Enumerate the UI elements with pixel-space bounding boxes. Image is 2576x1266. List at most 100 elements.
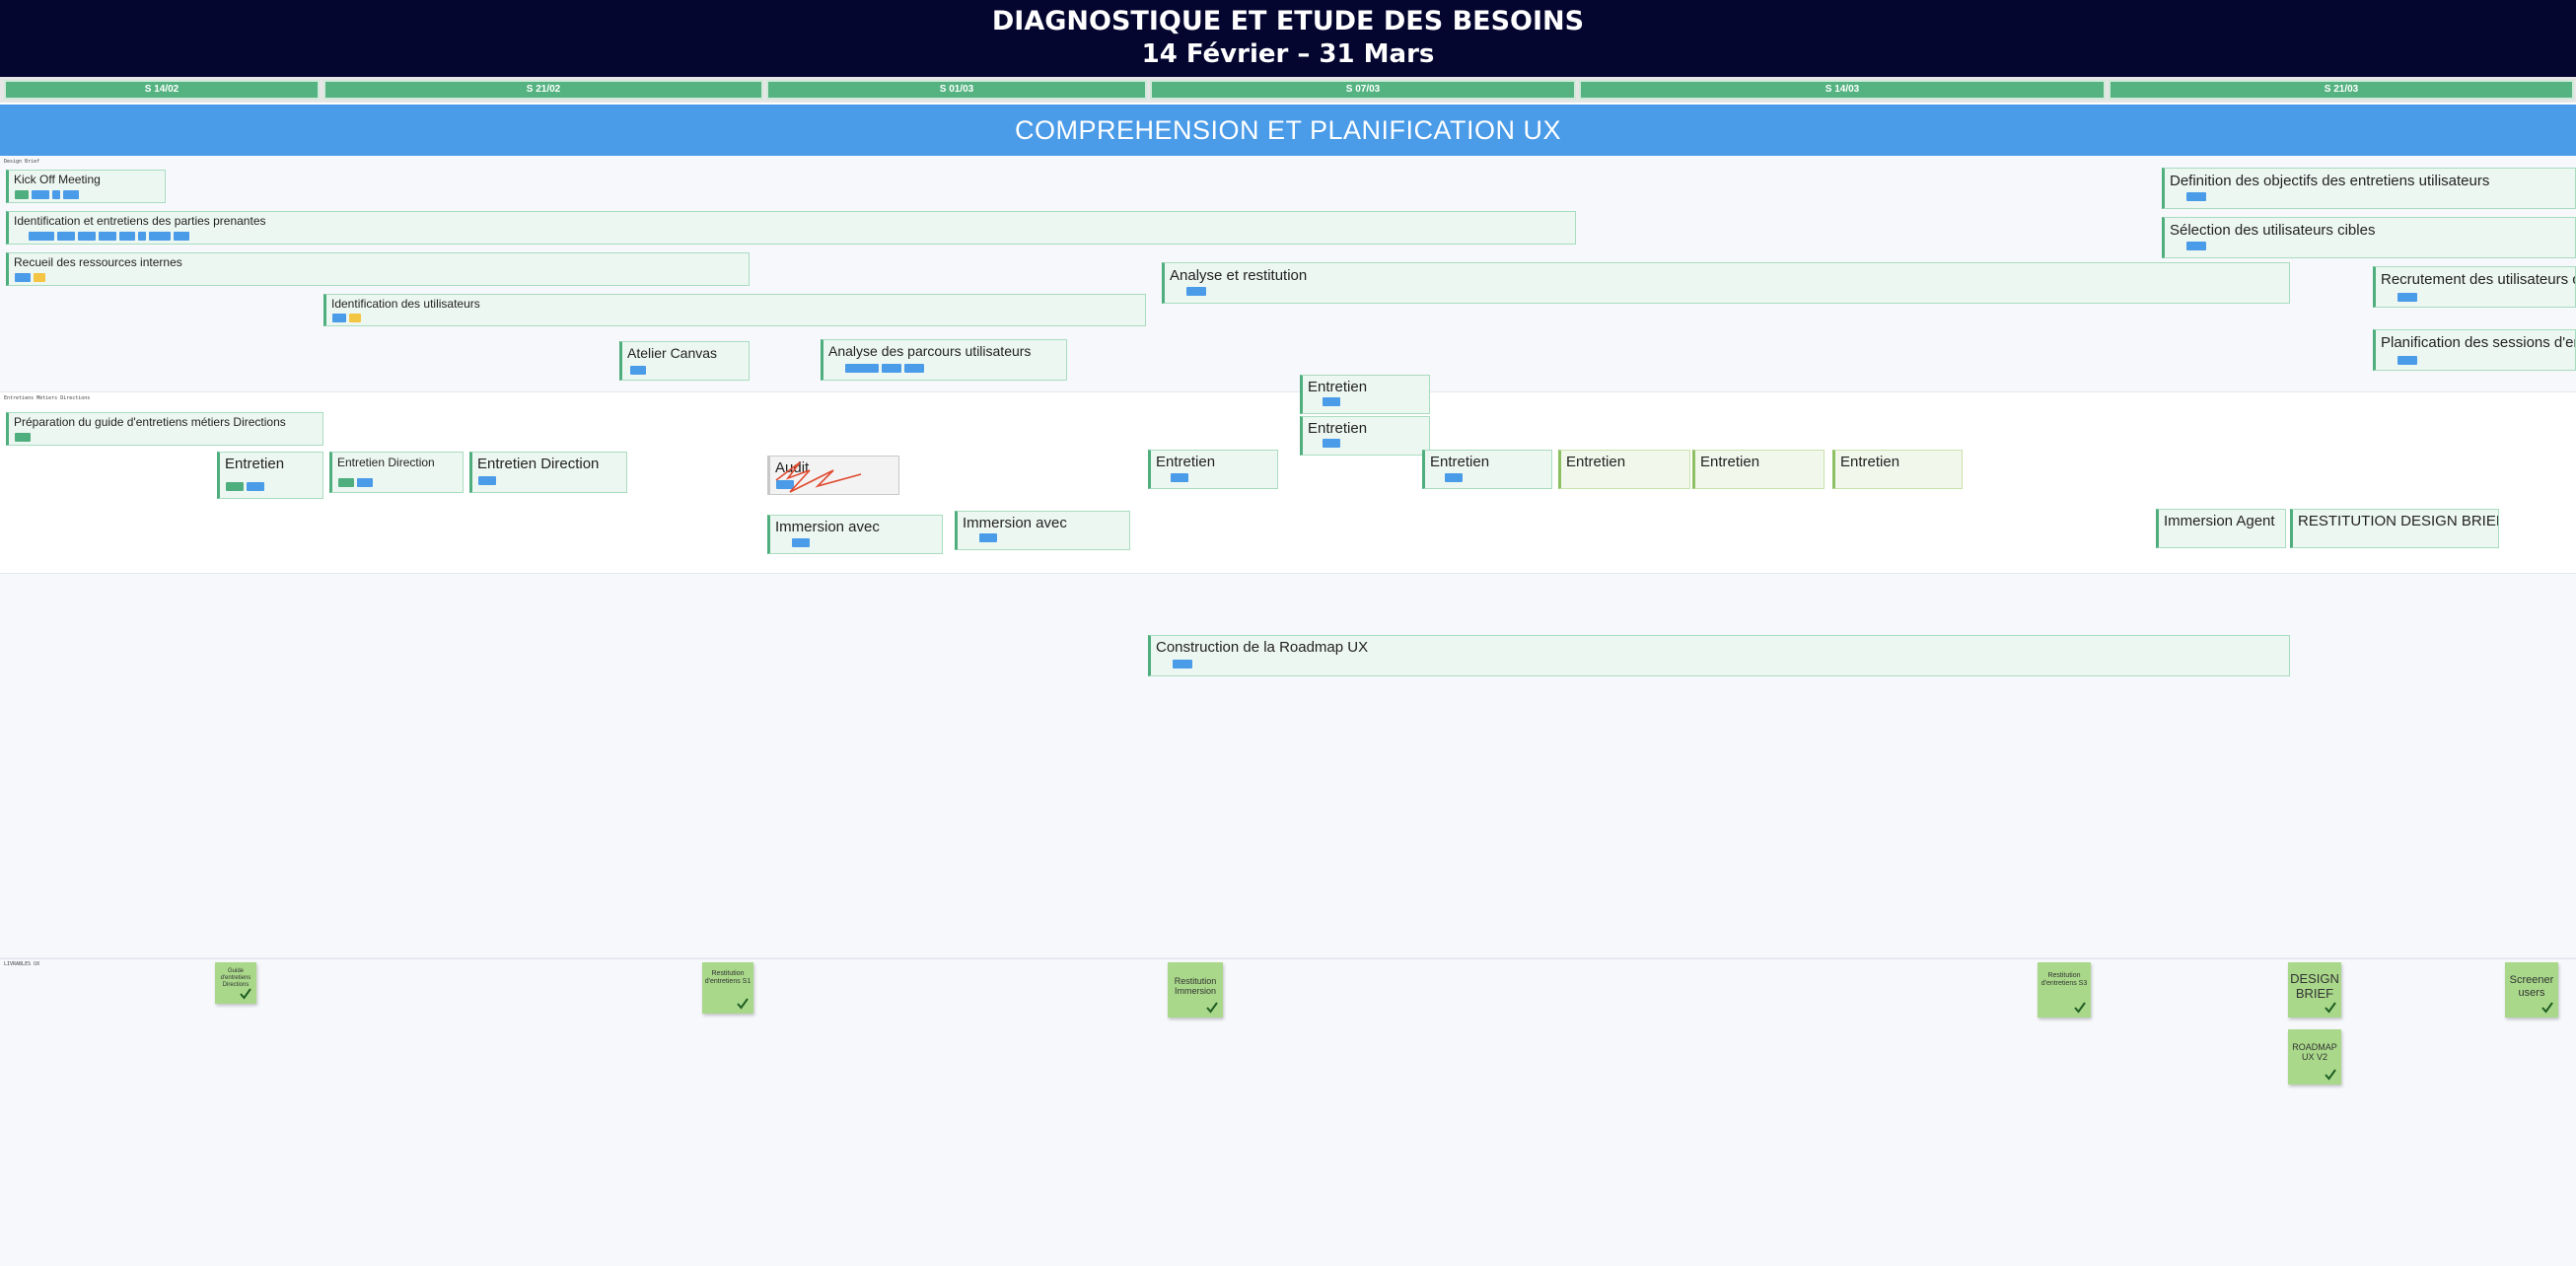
task-construction-roadmap[interactable]: Construction de la Roadmap UX xyxy=(1148,635,2290,676)
task-entretien[interactable]: Entretien xyxy=(1692,450,1825,489)
task-assignees xyxy=(1445,473,1463,482)
task-label: Entretien xyxy=(225,456,285,472)
task-recueil-ressources[interactable]: Recueil des ressources internes xyxy=(6,252,750,286)
phase-banner: COMPREHENSION ET PLANIFICATION UX xyxy=(0,105,2576,156)
checkmark-icon xyxy=(2325,1069,2336,1081)
section-label: LIVRABLES UX xyxy=(4,961,40,967)
sticky-text: Restitution d'entretiens S1 xyxy=(704,970,751,986)
task-entretien[interactable]: Entretien xyxy=(217,452,323,499)
task-entretien[interactable]: Entretien xyxy=(1422,450,1552,489)
task-planification-sessions[interactable]: Planification des sessions d'en xyxy=(2373,329,2576,371)
task-definition-objectifs[interactable]: Definition des objectifs des entretiens … xyxy=(2162,168,2576,209)
task-assignees xyxy=(2186,242,2206,250)
task-label: Recrutement des utilisateurs c xyxy=(2381,271,2576,288)
task-label: Entretien xyxy=(1430,454,1490,470)
task-entretien[interactable]: Entretien xyxy=(1832,450,1963,489)
task-entretien-direction[interactable]: Entretien Direction xyxy=(469,452,627,493)
week-header[interactable]: S 07/03 xyxy=(1150,80,1576,100)
task-atelier-canvas[interactable]: Atelier Canvas xyxy=(619,341,750,381)
task-label: Definition des objectifs des entretiens … xyxy=(2170,173,2490,189)
sticky-note-screener-users[interactable]: Screener users xyxy=(2505,962,2558,1018)
task-label: Entretien Direction xyxy=(337,456,435,469)
week-timeline: S 14/02 S 21/02 S 01/03 S 07/03 S 14/03 … xyxy=(0,77,2576,103)
task-analyse-restitution[interactable]: Analyse et restitution xyxy=(1162,262,2290,304)
task-restitution-design-brief[interactable]: RESTITUTION DESIGN BRIEF xyxy=(2290,509,2499,548)
section-label: Design Brief xyxy=(4,159,40,165)
task-assignees xyxy=(2397,293,2417,302)
task-audit[interactable]: Audit xyxy=(767,456,899,495)
task-assignees xyxy=(1323,439,1340,448)
task-immersion-avec[interactable]: Immersion avec xyxy=(955,511,1130,550)
task-assignees xyxy=(226,482,264,491)
checkmark-icon xyxy=(737,998,749,1010)
sticky-note-restitution-s1[interactable]: Restitution d'entretiens S1 xyxy=(702,962,753,1014)
task-selection-utilisateurs[interactable]: Sélection des utilisateurs cibles xyxy=(2162,217,2576,258)
task-assignees xyxy=(15,273,45,282)
task-label: Sélection des utilisateurs cibles xyxy=(2170,222,2376,239)
sticky-text: Restitution Immersion xyxy=(1174,976,1217,997)
task-assignees xyxy=(332,314,361,322)
task-label: Entretien xyxy=(1156,454,1216,470)
task-assignees xyxy=(15,190,79,199)
sticky-note-guide-entretiens[interactable]: Guide d'entretiens Directions xyxy=(215,962,256,1004)
sticky-note-roadmap-v2[interactable]: ROADMAP UX V2 xyxy=(2288,1029,2341,1085)
task-label: Entretien xyxy=(1840,454,1900,470)
week-header[interactable]: S 21/03 xyxy=(2109,80,2574,100)
page-header: DIAGNOSTIQUE ET ETUDE DES BESOINS 14 Fév… xyxy=(0,0,2576,77)
task-immersion-avec[interactable]: Immersion avec xyxy=(767,515,943,554)
checkmark-icon xyxy=(1206,1002,1218,1014)
sticky-note-design-brief[interactable]: DESIGN BRIEF xyxy=(2288,962,2341,1018)
task-entretien[interactable]: Entretien xyxy=(1558,450,1690,489)
task-assignees xyxy=(2397,356,2417,365)
task-label: Préparation du guide d'entretiens métier… xyxy=(14,415,286,429)
task-label: Kick Off Meeting xyxy=(14,173,101,186)
task-identification-utilisateurs[interactable]: Identification des utilisateurs xyxy=(323,294,1146,326)
task-assignees xyxy=(338,478,373,487)
task-assignees xyxy=(1323,397,1340,406)
task-label: Identification des utilisateurs xyxy=(331,297,480,311)
task-assignees xyxy=(1186,287,1206,296)
section-label: Entretiens Métiers Directions xyxy=(4,395,91,401)
task-label: Atelier Canvas xyxy=(627,345,718,361)
task-label: Immersion Agent xyxy=(2164,513,2275,529)
task-label: Recueil des ressources internes xyxy=(14,255,182,269)
task-label: Entretien xyxy=(1566,454,1626,470)
task-immersion-agent[interactable]: Immersion Agent xyxy=(2156,509,2286,548)
task-label: Analyse et restitution xyxy=(1170,267,1308,284)
task-identification-parties-prenantes[interactable]: Identification et entretiens des parties… xyxy=(6,211,1576,245)
sticky-note-restitution-immersion[interactable]: Restitution Immersion xyxy=(1168,962,1223,1018)
checkmark-icon xyxy=(2074,1002,2086,1014)
week-header[interactable]: S 01/03 xyxy=(766,80,1147,100)
task-analyse-parcours[interactable]: Analyse des parcours utilisateurs xyxy=(821,339,1067,381)
task-entretien[interactable]: Entretien xyxy=(1300,375,1430,414)
task-label: Immersion avec xyxy=(775,519,880,535)
task-assignees xyxy=(29,232,189,241)
task-label: Planification des sessions d'en xyxy=(2381,334,2576,351)
sticky-note-restitution-s3[interactable]: Restitution d'entretiens S3 xyxy=(2038,962,2091,1018)
checkmark-icon xyxy=(2325,1002,2336,1014)
task-label: Entretien xyxy=(1700,454,1760,470)
task-label: Entretien xyxy=(1308,379,1368,395)
scribble-annotation xyxy=(775,461,862,493)
week-header[interactable]: S 14/02 xyxy=(4,80,320,100)
board-date-range: 14 Février – 31 Mars xyxy=(1141,39,1435,69)
task-assignees xyxy=(979,533,997,542)
task-assignees xyxy=(478,476,496,485)
livrables-zone xyxy=(0,958,2576,1266)
board-title: DIAGNOSTIQUE ET ETUDE DES BESOINS xyxy=(991,6,1585,36)
task-recrutement-utilisateurs[interactable]: Recrutement des utilisateurs c xyxy=(2373,266,2576,308)
sticky-text: Guide d'entretiens Directions xyxy=(220,968,251,988)
roadmap-zone xyxy=(0,574,2576,958)
task-entretien[interactable]: Entretien xyxy=(1300,416,1430,456)
task-preparation-guide[interactable]: Préparation du guide d'entretiens métier… xyxy=(6,412,323,446)
task-assignees xyxy=(15,433,31,442)
task-entretien[interactable]: Entretien xyxy=(1148,450,1278,489)
task-assignees xyxy=(2186,192,2206,201)
task-assignees xyxy=(845,364,924,373)
task-label: Identification et entretiens des parties… xyxy=(14,214,266,228)
week-header[interactable]: S 21/02 xyxy=(323,80,763,100)
task-label: Analyse des parcours utilisateurs xyxy=(828,343,1032,359)
task-entretien-direction[interactable]: Entretien Direction xyxy=(329,452,464,493)
task-kick-off-meeting[interactable]: Kick Off Meeting xyxy=(6,170,166,203)
week-header[interactable]: S 14/03 xyxy=(1579,80,2106,100)
